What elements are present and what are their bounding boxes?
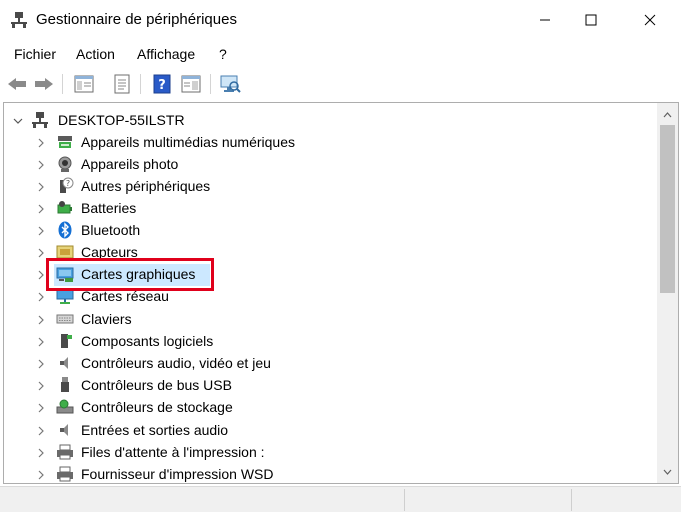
status-separator [404, 489, 405, 511]
scroll-up-button[interactable] [660, 107, 675, 122]
annotation-highlight-box [46, 258, 214, 291]
chevron-right-icon[interactable] [36, 270, 46, 280]
scrollbar-thumb[interactable] [660, 125, 675, 293]
chevron-up-icon [663, 111, 672, 117]
tree-item-label[interactable]: Claviers [81, 309, 132, 329]
menu-bar: Fichier Action Affichage ? [0, 40, 681, 68]
tree-item-label[interactable]: Files d'attente à l'impression : [81, 442, 265, 462]
status-separator [571, 489, 572, 511]
properties-button[interactable] [109, 71, 135, 97]
maximize-button[interactable] [568, 0, 614, 40]
tree-item-label[interactable]: Bluetooth [81, 220, 140, 240]
chevron-right-icon[interactable] [36, 403, 46, 413]
chevron-right-icon[interactable] [36, 337, 46, 347]
chevron-right-icon[interactable] [36, 248, 46, 258]
properties-icon [114, 74, 130, 94]
show-hide-console-tree-button[interactable] [71, 71, 97, 97]
chevron-right-icon[interactable] [36, 426, 46, 436]
back-arrow-icon [8, 78, 26, 90]
view-pane-icon [181, 75, 201, 93]
chevron-right-icon[interactable] [36, 470, 46, 480]
chevron-right-icon[interactable] [36, 292, 46, 302]
scan-hardware-button[interactable] [217, 71, 243, 97]
help-icon: ? [153, 74, 171, 94]
battery-icon [57, 201, 72, 214]
camera-icon [58, 156, 72, 172]
tree-item-label[interactable]: Batteries [81, 198, 136, 218]
tree-item-label[interactable]: Entrées et sorties audio [81, 420, 228, 440]
window-title: Gestionnaire de périphériques [36, 11, 237, 28]
status-bar [0, 486, 681, 512]
chevron-right-icon[interactable] [36, 138, 46, 148]
audio-controller-icon [60, 357, 68, 369]
menu-affichage[interactable]: Affichage [136, 45, 196, 63]
chevron-down-icon[interactable] [13, 116, 23, 126]
keyboard-icon [56, 314, 74, 324]
view-pane-button[interactable] [178, 71, 204, 97]
scan-hardware-icon [220, 75, 241, 93]
chevron-right-icon[interactable] [36, 315, 46, 325]
tree-item-label[interactable]: Appareils photo [81, 154, 178, 174]
tree-item-label[interactable]: Appareils multimédias numériques [81, 132, 295, 152]
printer-icon [57, 466, 73, 482]
help-button[interactable]: ? [149, 71, 175, 97]
storage-controller-icon [56, 399, 74, 414]
chevron-down-icon [663, 469, 672, 475]
toolbar-separator [140, 74, 141, 94]
chevron-right-icon[interactable] [36, 226, 46, 236]
print-queue-icon [57, 444, 73, 460]
tree-item-label[interactable]: Fournisseur d'impression WSD [81, 464, 274, 483]
tree-item-label[interactable]: Composants logiciels [81, 331, 213, 351]
chevron-right-icon[interactable] [36, 448, 46, 458]
menu-action[interactable]: Action [75, 45, 116, 63]
minimize-button[interactable] [522, 0, 568, 40]
menu-help[interactable]: ? [218, 45, 228, 63]
chevron-right-icon[interactable] [36, 359, 46, 369]
audio-io-icon [60, 424, 68, 436]
tree-item-label[interactable]: Contrôleurs de stockage [81, 397, 233, 417]
computer-icon [32, 112, 48, 128]
software-component-icon [61, 334, 72, 348]
tree-item-label[interactable]: Contrôleurs audio, vidéo et jeu [81, 353, 271, 373]
tree-item-label[interactable]: Autres périphériques [81, 176, 210, 196]
chevron-right-icon[interactable] [36, 182, 46, 192]
close-icon [644, 14, 656, 26]
tree-root-label[interactable]: DESKTOP-55ILSTR [58, 110, 185, 130]
maximize-icon [585, 14, 597, 26]
chevron-right-icon[interactable] [36, 381, 46, 391]
device-manager-icon [11, 12, 27, 28]
usb-icon [61, 377, 69, 392]
scroll-down-button[interactable] [660, 464, 675, 479]
title-bar: Gestionnaire de périphériques [0, 0, 681, 40]
chevron-right-icon[interactable] [36, 160, 46, 170]
tree-item-label[interactable]: Contrôleurs de bus USB [81, 375, 232, 395]
forward-arrow-icon [35, 78, 53, 90]
back-button[interactable] [4, 71, 30, 97]
svg-text:?: ? [66, 179, 70, 188]
properties-pane-icon [74, 75, 94, 93]
toolbar-separator [210, 74, 211, 94]
chevron-right-icon[interactable] [36, 204, 46, 214]
menu-fichier[interactable]: Fichier [13, 45, 57, 63]
close-button[interactable] [627, 0, 673, 40]
multimedia-device-icon [58, 136, 72, 148]
minimize-icon [540, 19, 550, 21]
bluetooth-icon [58, 221, 72, 239]
toolbar-separator [62, 74, 63, 94]
svg-text:?: ? [158, 78, 166, 93]
unknown-device-icon: ? [60, 177, 74, 193]
vertical-scrollbar[interactable] [657, 103, 678, 483]
forward-button[interactable] [31, 71, 57, 97]
device-tree: DESKTOP-55ILSTR Appareils multimédias nu… [3, 102, 679, 484]
toolbar: ? [0, 68, 681, 100]
